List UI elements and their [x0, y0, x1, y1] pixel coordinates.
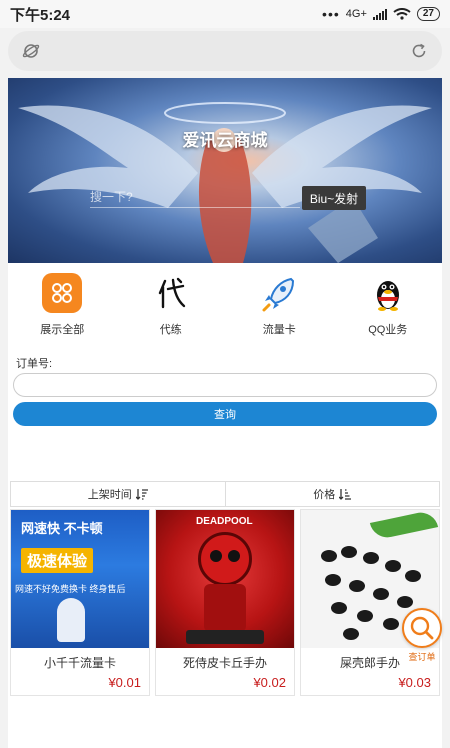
nav-label: 流量卡 — [262, 324, 296, 336]
sort-by-price-label: 价格 — [313, 489, 336, 501]
beetle-figure — [363, 552, 379, 564]
banner-title: 爱讯云商城 — [182, 131, 268, 150]
nav-label: 展示全部 — [40, 324, 85, 336]
leaf-decoration — [369, 510, 439, 541]
beetle-figure — [325, 574, 341, 586]
browser-address-bar[interactable] — [8, 31, 442, 71]
banner-search-button[interactable]: Biu~发射 — [302, 186, 366, 210]
sort-by-time-label: 上架时间 — [87, 489, 132, 501]
beetle-figure — [397, 596, 413, 608]
product-grid: 网速快 不卡顿 极速体验 网速不好免费换卡 终身售后 小千千流量卡 ¥0.01 … — [10, 509, 442, 696]
banner-search-input[interactable]: 搜一下? — [90, 188, 300, 208]
sort-bar: 上架时间 价格 — [10, 481, 440, 507]
beetle-figure — [343, 628, 359, 640]
product-image-data-card[interactable]: 网速快 不卡顿 极速体验 网速不好免费换卡 终身售后 — [11, 510, 149, 648]
nav-item-data-card[interactable]: 流量卡 — [225, 273, 334, 345]
angel-wings-art — [18, 102, 432, 263]
product-card[interactable]: DEADPOOL 死侍皮卡丘手办 ¥0.02 — [155, 509, 295, 696]
figure-head — [198, 532, 252, 586]
product-image-text: 网速不好免费换卡 终身售后 — [15, 584, 126, 594]
sort-by-price[interactable]: 价格 — [224, 482, 440, 506]
nav-item-show-all[interactable]: 展示全部 — [8, 273, 117, 345]
battery-indicator: 27 — [416, 7, 440, 21]
beetle-figure — [349, 580, 365, 592]
magnifier-icon[interactable] — [402, 608, 442, 648]
planet-icon[interactable] — [22, 42, 40, 60]
product-name: 死侍皮卡丘手办 — [182, 656, 267, 670]
nav-item-boosting[interactable]: 代练 — [117, 273, 226, 345]
beetle-figure — [357, 610, 373, 622]
product-price: ¥0.03 — [398, 675, 431, 690]
check-order-fab[interactable]: 查订单 — [400, 608, 444, 666]
product-card[interactable]: 屎壳郎手办 ¥0.03 — [300, 509, 440, 696]
product-image-text: 网速快 不卡顿 — [21, 521, 103, 536]
product-price: ¥0.01 — [108, 675, 141, 690]
network-type: 4G+ — [345, 8, 367, 20]
sort-by-time[interactable]: 上架时间 — [11, 482, 225, 506]
beetle-figure — [341, 546, 357, 558]
wifi-icon — [393, 8, 411, 20]
sort-ascending-icon — [339, 489, 352, 500]
product-price: ¥0.02 — [253, 675, 286, 690]
query-button[interactable]: 查询 — [13, 402, 437, 426]
product-image-text: 极速体验 — [21, 548, 94, 573]
beetle-figure — [321, 550, 337, 562]
more-dots-icon: ••• — [322, 6, 340, 22]
qq-penguin-icon — [368, 273, 408, 313]
nav-label: QQ业务 — [368, 324, 408, 336]
figure-body — [204, 584, 246, 632]
nav-item-qq-services[interactable]: QQ业务 — [334, 273, 443, 345]
beetle-figure — [373, 588, 389, 600]
rocket-illustration — [57, 598, 85, 642]
dai-character-icon — [151, 273, 191, 313]
category-nav: 展示全部 代练 流量卡 QQ业务 — [8, 273, 442, 345]
nav-label: 代练 — [159, 324, 182, 336]
figure-eye — [210, 550, 222, 562]
sort-descending-icon — [135, 489, 148, 500]
beetle-figure — [383, 618, 399, 630]
order-number-label: 订单号: — [16, 358, 53, 370]
status-time: 下午5:24 — [10, 6, 71, 24]
beetle-figure — [385, 560, 401, 572]
product-card[interactable]: 网速快 不卡顿 极速体验 网速不好免费换卡 终身售后 小千千流量卡 ¥0.01 — [10, 509, 150, 696]
figure-eye — [228, 550, 240, 562]
product-image-deadpool-figure[interactable]: DEADPOOL — [156, 510, 294, 648]
figure-base — [186, 630, 264, 644]
signal-icon — [372, 8, 387, 20]
status-icons: ••• 4G+ 27 — [322, 6, 440, 22]
hero-banner: 爱讯云商城 搜一下? Biu~发射 — [8, 78, 442, 263]
product-image-text: DEADPOOL — [196, 516, 253, 527]
shop-page: 爱讯云商城 搜一下? Biu~发射 展示全部 代练 流量卡 QQ业务 订单号: … — [8, 78, 442, 748]
rocket-icon — [259, 273, 299, 313]
beetle-figure — [331, 602, 347, 614]
refresh-icon[interactable] — [410, 42, 428, 60]
check-order-label: 查订单 — [408, 652, 436, 662]
grid-icon — [42, 273, 83, 313]
status-bar: 下午5:24 ••• 4G+ 27 — [0, 0, 450, 28]
beetle-figure — [405, 570, 421, 582]
product-name: 小千千流量卡 — [43, 656, 116, 670]
order-number-input[interactable] — [13, 373, 437, 397]
